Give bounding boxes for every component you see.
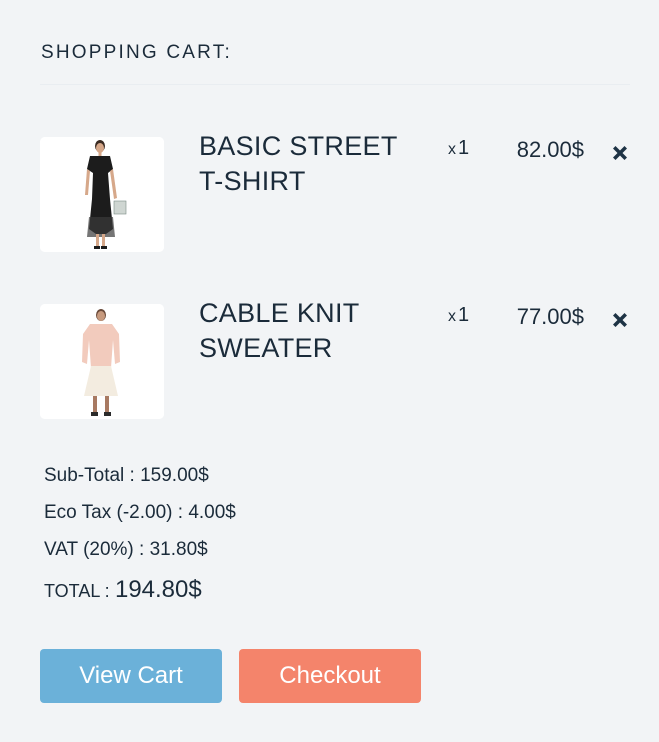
quantity-prefix: x [448,308,456,325]
item-quantity: x1 [448,304,469,327]
item-quantity: x1 [448,137,469,160]
subtotal-label: Sub-Total : [44,465,135,486]
subtotal-value: 159.00$ [140,465,209,486]
quantity-value: 1 [458,304,470,326]
cart-item: BASIC STREET T-SHIRT x1 82.00$ [0,131,659,257]
remove-item-button[interactable] [607,140,633,166]
product-thumbnail[interactable] [40,304,164,419]
checkout-button[interactable]: Checkout [239,649,421,703]
item-price: 82.00$ [516,137,584,162]
remove-item-button[interactable] [607,307,633,333]
title-divider [40,84,630,85]
quantity-prefix: x [448,141,456,158]
cart-title: SHOPPING CART: [41,42,232,63]
item-price: 77.00$ [516,304,584,329]
product-name-line: BASIC STREET [199,131,398,161]
product-name-link[interactable]: BASIC STREET T-SHIRT [199,129,419,199]
grand-total-row: TOTAL : 194.80$ [44,576,202,604]
mini-cart-panel: SHOPPING CART: BASIC STREET T-SHIRT x 1 … [0,0,659,742]
eco-tax-value: 4.00$ [188,502,236,523]
subtotal-row: Sub-Total : 159.00$ [44,465,209,487]
vat-value: 31.80$ [149,539,208,560]
product-thumbnail[interactable] [40,137,164,252]
vat-label: VAT (20%) : [44,539,145,560]
total-label: TOTAL : [44,581,110,601]
product-name-link[interactable]: CABLE KNIT SWEATER [199,296,419,366]
vat-row: VAT (20%) : 31.80$ [44,539,208,561]
view-cart-button[interactable]: View Cart [40,649,222,703]
product-name-line: T-SHIRT [199,166,306,196]
product-name-line: CABLE KNIT [199,298,360,328]
quantity-value: 1 [458,137,470,159]
eco-tax-label: Eco Tax (-2.00) : [44,502,184,523]
product-image-dress [40,137,164,252]
close-x-icon [613,146,627,160]
eco-tax-row: Eco Tax (-2.00) : 4.00$ [44,502,236,524]
product-image-sweater [40,304,164,419]
cart-item: CABLE KNIT SWEATER x1 77.00$ [0,298,659,424]
close-x-icon [613,313,627,327]
total-value: 194.80$ [114,576,202,603]
product-name-line: SWEATER [199,333,333,363]
